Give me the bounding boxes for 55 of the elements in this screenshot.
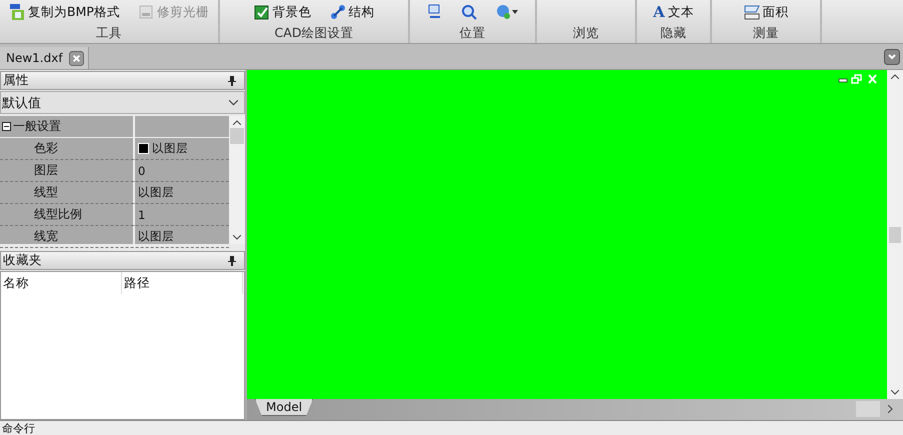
icon-button[interactable] <box>459 4 479 20</box>
group-label: 工具 <box>96 25 122 42</box>
property-value: 以图层 <box>152 141 188 156</box>
scrollbar-thumb[interactable] <box>230 128 244 144</box>
document-tab[interactable]: New1.dxf <box>0 47 89 69</box>
preset-dropdown[interactable]: 默认值 <box>0 91 245 114</box>
scroll-up-icon[interactable] <box>233 120 241 125</box>
scroll-up-icon[interactable] <box>891 74 899 79</box>
group-label: CAD绘图设置 <box>274 25 354 42</box>
property-value: 1 <box>138 208 146 222</box>
property-name: 线型比例 <box>0 204 135 225</box>
group-label: 隐藏 <box>660 25 686 42</box>
ribbon-button[interactable]: 复制为BMP格式 <box>7 4 122 20</box>
ribbon-button[interactable]: 背景色 <box>252 4 314 20</box>
frame-icon <box>138 4 154 20</box>
zoom-icon <box>461 4 477 20</box>
ribbon-button[interactable]: 面积 <box>742 4 790 20</box>
scrollbar-thumb[interactable] <box>856 401 880 417</box>
property-name: 图层 <box>0 160 135 181</box>
column-header[interactable]: 名称 <box>1 272 122 294</box>
scrollbar-thumb[interactable] <box>889 226 901 242</box>
group-label: 位置 <box>460 25 486 42</box>
scrollbar[interactable] <box>887 70 903 399</box>
structure-icon <box>330 4 346 20</box>
globe-icon <box>495 4 511 20</box>
caret-icon <box>512 10 518 14</box>
chevron-down-icon <box>229 100 238 106</box>
layout-tab[interactable]: Model <box>255 399 314 416</box>
section-header[interactable]: 一般设置 <box>0 116 135 137</box>
property-value: 0 <box>138 164 146 178</box>
scroll-down-icon[interactable] <box>233 235 241 240</box>
command-line-label: 命令行 <box>2 420 35 435</box>
collapse-icon[interactable] <box>2 122 11 131</box>
scroll-down-icon[interactable] <box>891 390 899 395</box>
area-ruler-icon <box>744 4 760 20</box>
column-header[interactable]: 路径 <box>122 272 243 294</box>
pin-icon[interactable] <box>228 76 236 86</box>
tab-list-dropdown-icon[interactable] <box>884 48 900 64</box>
pin-icon[interactable] <box>228 256 236 266</box>
ribbon-button[interactable]: 结构 <box>328 4 376 20</box>
background-color-icon <box>254 4 270 20</box>
property-name: 色彩 <box>0 138 135 159</box>
group-label: 浏览 <box>573 25 599 42</box>
group-label: 测量 <box>753 25 779 42</box>
scroll-right-icon[interactable] <box>888 405 893 413</box>
close-icon[interactable] <box>68 50 84 66</box>
property-value: 以图层 <box>138 185 174 200</box>
panel-title: 属性 <box>3 72 29 89</box>
panel-title: 收藏夹 <box>3 252 42 269</box>
property-name: 线宽 <box>0 226 135 247</box>
ribbon-button[interactable]: A 文本 <box>651 3 696 21</box>
property-name: 线型 <box>0 182 135 203</box>
property-value: 以图层 <box>138 229 174 244</box>
bitmap-icon <box>9 4 26 20</box>
scrollbar[interactable] <box>229 116 245 244</box>
